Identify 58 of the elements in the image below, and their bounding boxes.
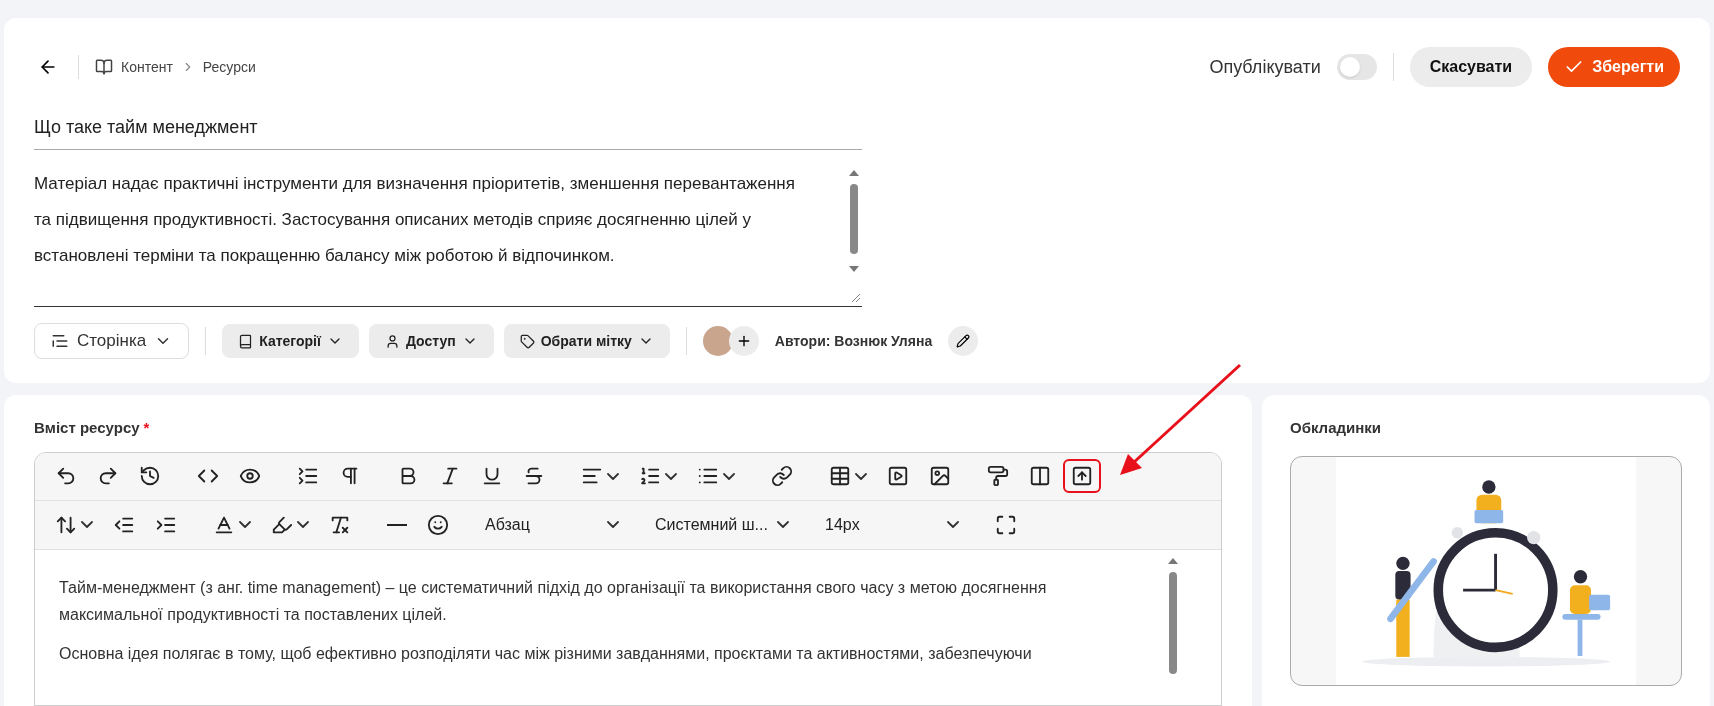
content-paragraph: Основна ідея полягає в тому, щоб ефективно розподіляти час між різними завданнями, проєктами та активностями, забезпечуючи xyxy=(59,643,1033,664)
chevron-down-icon xyxy=(607,472,619,480)
format-select[interactable]: Абзац xyxy=(477,507,627,542)
toolbar-button[interactable] xyxy=(1063,459,1101,493)
title-field[interactable]: Що таке тайм менеджмент xyxy=(34,106,862,150)
breadcrumb-link[interactable]: Ресурси xyxy=(202,56,256,78)
redo-icon xyxy=(97,465,119,487)
filter-dropdown[interactable]: Категорії xyxy=(222,324,359,358)
emoji-icon xyxy=(427,513,449,536)
list-icon xyxy=(297,465,319,487)
section-title: Обкладинки xyxy=(1290,418,1383,438)
book-icon xyxy=(238,333,254,349)
history-icon xyxy=(139,465,161,487)
cancel-button[interactable]: Скасувати xyxy=(1409,47,1533,87)
ordered-list-icon xyxy=(639,465,661,487)
strikethrough-icon xyxy=(523,465,545,487)
chevron-down-icon xyxy=(297,521,309,528)
pencil-icon xyxy=(956,334,971,348)
chevron-down-icon xyxy=(607,521,619,528)
user-icon xyxy=(384,333,400,349)
format-select[interactable]: 14px xyxy=(817,507,967,542)
book-icon xyxy=(95,58,113,76)
edit-authors-button[interactable] xyxy=(948,326,979,356)
paint-roller-icon xyxy=(987,465,1009,487)
upload-icon xyxy=(1071,465,1093,487)
chevron-down-icon xyxy=(81,521,93,528)
table-icon xyxy=(829,465,851,487)
link-icon xyxy=(771,465,793,487)
chevron-down-icon xyxy=(723,472,735,480)
text-lines-icon xyxy=(51,332,69,350)
save-button[interactable]: Зберегти xyxy=(1548,47,1680,87)
add-author-button[interactable] xyxy=(728,326,759,356)
cover-image-card[interactable] xyxy=(1290,455,1682,686)
filter-dropdown[interactable]: Обрати мітку xyxy=(503,324,670,358)
undo-icon xyxy=(55,465,77,487)
description-field[interactable]: Матеріал надає практичні інструменти для визначення пріоритетів, зменшення перевантаження та підвищення продуктивності. Застосування описаних методів сприяє досягненню цілей у встановлені терміни та покращенню балансу між роботою й відпочинком. xyxy=(34,166,809,274)
columns-icon xyxy=(1029,465,1051,487)
filter-dropdown[interactable]: Доступ xyxy=(368,324,494,358)
chevron-down-icon xyxy=(855,472,867,480)
breadcrumb-link[interactable]: Контент xyxy=(121,56,173,78)
publish-toggle[interactable] xyxy=(1336,54,1377,80)
format-select[interactable]: Системний ш... xyxy=(647,507,797,542)
section-label: Вміст ресурсу xyxy=(34,418,140,438)
chevron-down-icon xyxy=(777,521,789,528)
chevron-down-icon xyxy=(665,472,677,480)
page-type-dropdown[interactable]: Сторінка xyxy=(34,323,190,359)
content-paragraph: Тайм-менеджмент (з анг. time management) – це систематичний підхід до організації та використання свого часу з метою досягнення максимальної продуктивності та поставлених цілей. xyxy=(59,577,1048,625)
authors-text: Автори: Вознюк Уляна xyxy=(774,331,933,351)
chevron-down-icon xyxy=(239,521,251,528)
image-icon xyxy=(929,465,951,487)
tag-icon xyxy=(519,333,535,349)
underline-icon xyxy=(481,465,503,487)
horizontal-line-icon xyxy=(387,523,407,526)
video-icon xyxy=(887,465,909,487)
chevron-down-icon xyxy=(947,521,959,528)
publish-label: Опублікувати xyxy=(1209,55,1321,79)
required-mark: * xyxy=(143,418,150,438)
fullscreen-icon xyxy=(995,513,1017,536)
